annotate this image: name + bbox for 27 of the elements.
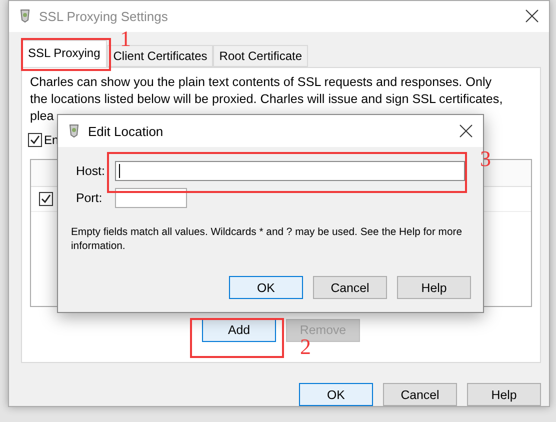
- close-icon[interactable]: [459, 124, 473, 138]
- description-text: plea: [30, 108, 54, 125]
- window-title: SSL Proxying Settings: [39, 8, 169, 24]
- dialog-button[interactable]: Cancel: [313, 276, 387, 299]
- description-text: the locations listed below will be proxied. Charles will issue and sign SSL certificates,: [30, 90, 503, 108]
- help-text: Empty fields match all values. Wildcards * and ? may be used. See the Help for more information.: [70, 226, 463, 254]
- dialog-button[interactable]: OK: [299, 383, 373, 406]
- description-text: Charles can show you the plain text contents of SSL requests and responses. Only: [30, 74, 492, 91]
- tab[interactable]: Root Certificate: [213, 44, 308, 67]
- row-checkbox[interactable]: [39, 192, 53, 206]
- step-number: 3: [480, 148, 491, 170]
- host-field[interactable]: [115, 161, 465, 181]
- list-button[interactable]: Add: [202, 318, 276, 342]
- close-icon[interactable]: [525, 9, 539, 24]
- tab[interactable]: SSL Proxying: [21, 40, 108, 67]
- dialog-button[interactable]: Help: [397, 276, 471, 299]
- host-label: Host:: [76, 164, 106, 178]
- port-label: Port:: [76, 191, 104, 205]
- dialog-button[interactable]: OK: [229, 276, 303, 299]
- dialog-button[interactable]: Cancel: [383, 383, 457, 406]
- app-icon: [19, 9, 31, 24]
- port-field[interactable]: [115, 188, 187, 208]
- app-icon: [68, 124, 80, 138]
- enable-checkbox[interactable]: [28, 132, 42, 147]
- dialog-button[interactable]: Help: [467, 383, 541, 406]
- tab[interactable]: Client Certificates: [107, 44, 214, 67]
- dialog-title: Edit Location: [88, 124, 164, 138]
